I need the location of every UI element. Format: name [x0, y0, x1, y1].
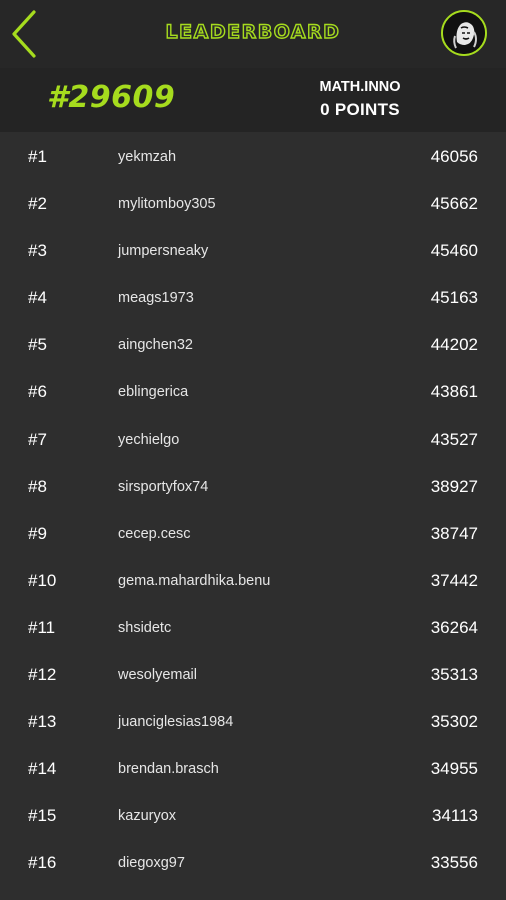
list-item[interactable]: #8 sirsportyfox74 38927 [0, 465, 506, 512]
list-item-rank: #15 [28, 806, 57, 826]
my-points: 0 POINTS [320, 100, 400, 119]
list-item-username: shsidetc [118, 619, 172, 636]
list-item-username: aingchen32 [118, 337, 193, 354]
list-item-rank: #7 [28, 429, 47, 449]
list-item-points: 45460 [430, 241, 478, 261]
list-item-rank: #11 [28, 617, 56, 637]
list-item-points: 36264 [430, 617, 478, 637]
list-item-username: cecep.cesc [118, 525, 191, 542]
list-item-rank: #10 [28, 570, 57, 590]
list-item[interactable]: #5 aingchen32 44202 [0, 323, 506, 370]
list-item-rank: #4 [28, 288, 47, 308]
list-item[interactable]: #3 jumpersneaky 45460 [0, 229, 506, 276]
list-item-points: 38747 [430, 523, 478, 543]
list-item-points: 44202 [430, 335, 478, 355]
list-item-username: meags1973 [118, 290, 194, 307]
top-bar: LEADERBOARD [0, 0, 506, 68]
list-item-username: diegoxg97 [118, 855, 185, 872]
list-item[interactable]: #9 cecep.cesc 38747 [0, 512, 506, 559]
list-item-points: 35313 [430, 665, 478, 685]
list-item-points: 37442 [430, 570, 478, 590]
list-item-username: gema.mahardhika.benu [118, 572, 271, 589]
list-item[interactable]: #16 diegoxg97 33556 [0, 841, 506, 888]
list-item-points: 34113 [431, 806, 478, 826]
list-item-points: 46056 [430, 147, 478, 166]
user-avatar-icon [443, 12, 485, 54]
list-item-points: 33556 [430, 853, 478, 873]
list-item-username: kazuryox [118, 808, 177, 825]
list-item-rank: #5 [28, 335, 47, 355]
list-item-username: mylitomboy305 [118, 196, 216, 213]
list-item[interactable]: #14 brendan.brasch 34955 [0, 747, 506, 794]
list-item[interactable]: #1 yekmzah 46056 [0, 135, 506, 182]
list-item-username: juanciglesias1984 [118, 714, 234, 731]
list-item[interactable]: #11 shsidetc 36264 [0, 606, 506, 653]
list-item[interactable]: #2 mylitomboy305 45662 [0, 182, 506, 229]
list-item-points: 45163 [430, 288, 478, 308]
list-item-username: sirsportyfox74 [118, 478, 209, 495]
list-item[interactable]: #10 gema.mahardhika.benu 37442 [0, 559, 506, 606]
list-item-rank: #1 [28, 147, 47, 166]
list-item-rank: #16 [28, 853, 57, 873]
list-item-points: 45662 [430, 194, 478, 214]
list-item[interactable]: #4 meags1973 45163 [0, 276, 506, 323]
list-item-rank: #2 [28, 194, 47, 214]
avatar[interactable] [441, 10, 487, 56]
list-item-rank: #14 [28, 759, 57, 779]
list-item-rank: #13 [28, 712, 57, 732]
list-item[interactable]: #6 eblingerica 43861 [0, 370, 506, 417]
list-item-points: 38927 [430, 476, 478, 496]
list-item-username: eblingerica [118, 384, 189, 401]
list-item-rank: #8 [28, 476, 47, 496]
page-title: LEADERBOARD [165, 20, 341, 43]
list-item-username: wesolyemail [118, 667, 197, 684]
leaderboard-list: #1 yekmzah 46056 #2 mylitomboy305 45662 #3 jump… [0, 135, 506, 889]
list-item-points: 35302 [430, 712, 478, 732]
my-username: MATH.INNO [319, 79, 401, 95]
list-item-rank: #9 [28, 523, 47, 543]
list-item-username: jumpersneaky [118, 243, 209, 260]
list-item-rank: #3 [28, 241, 47, 261]
list-item-username: brendan.brasch [118, 761, 219, 778]
list-item-points: 34955 [430, 759, 478, 779]
list-item-rank: #6 [28, 382, 47, 402]
list-item-points: 43527 [430, 429, 478, 449]
list-item[interactable]: #15 kazuryox 34113 [0, 794, 506, 841]
list-item-username: yekmzah [118, 149, 177, 165]
list-item[interactable]: #13 juanciglesias1984 35302 [0, 700, 506, 747]
my-rank: #29609 [47, 80, 176, 115]
list-item-username: yechielgo [118, 431, 180, 448]
list-item[interactable]: #12 wesolyemail 35313 [0, 653, 506, 700]
list-item-points: 43861 [430, 382, 478, 402]
list-item-rank: #12 [28, 665, 57, 685]
list-item[interactable]: #7 yechielgo 43527 [0, 418, 506, 465]
